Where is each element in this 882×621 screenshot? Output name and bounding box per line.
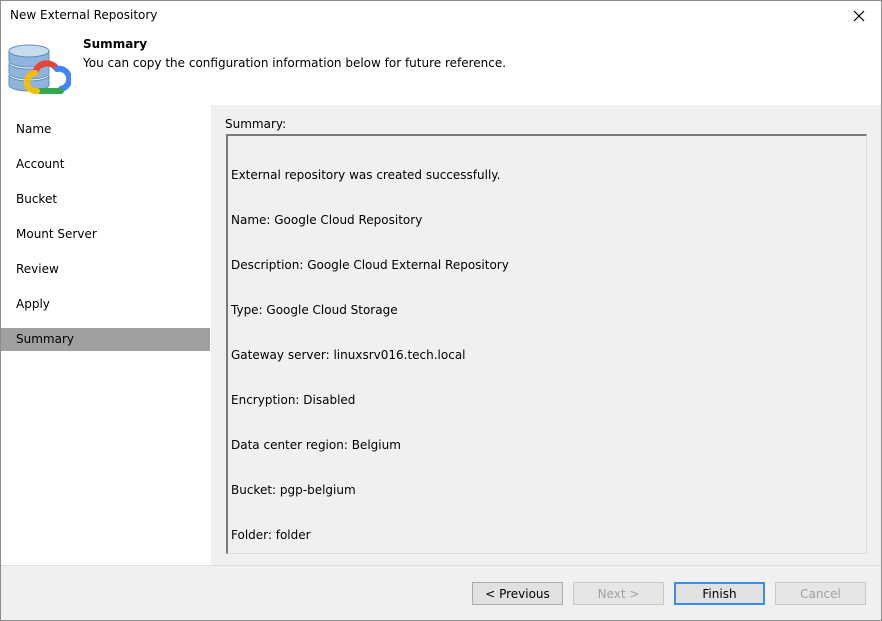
summary-line: Name: Google Cloud Repository: [231, 213, 423, 227]
step-bucket[interactable]: Bucket: [1, 188, 210, 211]
title-bar: New External Repository: [1, 1, 881, 31]
window-title: New External Repository: [10, 8, 158, 22]
cancel-button[interactable]: Cancel: [775, 582, 866, 605]
close-button[interactable]: [837, 1, 881, 31]
step-review[interactable]: Review: [1, 258, 210, 281]
summary-line: Description: Google Cloud External Repos…: [231, 258, 509, 272]
summary-label: Summary:: [225, 117, 287, 131]
step-mount-server[interactable]: Mount Server: [1, 223, 210, 246]
next-button[interactable]: Next >: [573, 582, 664, 605]
step-summary[interactable]: Summary: [1, 328, 210, 351]
wizard-steps-sidebar: Name Account Bucket Mount Server Review …: [1, 105, 211, 565]
dialog-window: New External Repository Summary You can …: [0, 0, 882, 621]
summary-line: Gateway server: linuxsrv016.tech.local: [231, 348, 466, 362]
summary-line: Type: Google Cloud Storage: [231, 303, 398, 317]
summary-panel: Summary: External repository was created…: [211, 105, 881, 565]
previous-button[interactable]: < Previous: [472, 582, 563, 605]
step-account[interactable]: Account: [1, 153, 210, 176]
finish-button[interactable]: Finish: [674, 582, 765, 605]
summary-line: Folder: folder: [231, 528, 311, 542]
step-name[interactable]: Name: [1, 118, 210, 141]
step-apply[interactable]: Apply: [1, 293, 210, 316]
wizard-header: Summary You can copy the configuration i…: [1, 31, 881, 105]
cloud-repository-icon: [8, 44, 71, 95]
page-description: You can copy the configuration informati…: [83, 56, 507, 70]
summary-line: Bucket: pgp-belgium: [231, 483, 356, 497]
summary-line: External repository was created successf…: [231, 168, 501, 182]
wizard-footer: < Previous Next > Finish Cancel: [1, 566, 881, 620]
page-title: Summary: [83, 37, 148, 51]
close-icon: [853, 10, 865, 22]
summary-textbox[interactable]: External repository was created successf…: [226, 134, 867, 554]
wizard-body: Name Account Bucket Mount Server Review …: [1, 105, 881, 565]
summary-line: Data center region: Belgium: [231, 438, 401, 452]
summary-line: Encryption: Disabled: [231, 393, 356, 407]
